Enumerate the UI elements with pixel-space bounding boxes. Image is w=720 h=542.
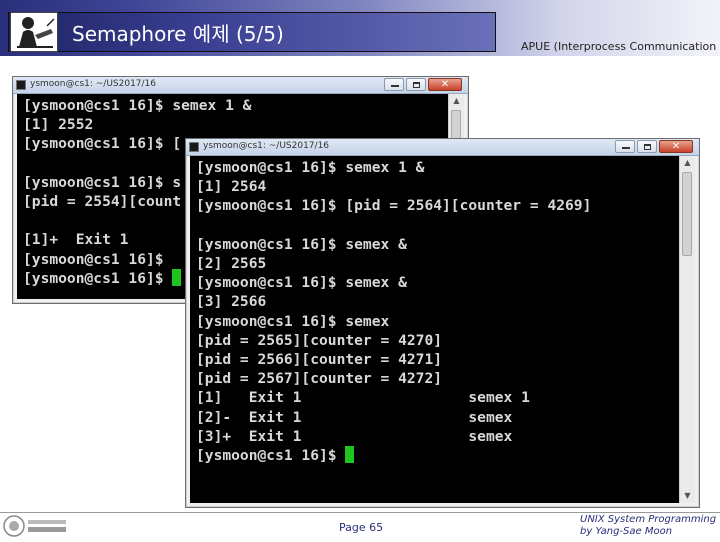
minimize-button[interactable]	[615, 140, 635, 153]
slide-title: Semaphore 예제 (5/5)	[72, 22, 284, 46]
console-line: [ysmoon@cs1 16]$ semex &	[196, 235, 407, 253]
slide-subtitle: APUE (Interprocess Communication	[521, 40, 717, 53]
scroll-up-icon[interactable]: ▲	[449, 94, 464, 108]
page-number: Page 65	[339, 521, 384, 534]
terminal-window-front[interactable]: ysmoon@cs1: ~/US2017/16 ✕ [ysmoon@cs1 16…	[185, 138, 700, 508]
maximize-button[interactable]	[406, 78, 426, 91]
scroll-down-icon[interactable]: ▼	[680, 489, 695, 503]
console-line: [pid = 2566][counter = 4271]	[196, 351, 443, 369]
console-line: [1]+ Exit 1	[23, 231, 129, 249]
console-line: [ysmoon@cs1 16]$	[23, 250, 164, 268]
console-line: [ysmoon@cs1 16]$ semex 1 &	[23, 97, 252, 114]
terminal-console[interactable]: [ysmoon@cs1 16]$ semex 1 & [1] 2564 [ysm…	[190, 156, 680, 503]
console-line: [ysmoon@cs1 16]$ [	[23, 135, 182, 153]
university-seal-icon	[2, 514, 70, 538]
credit-course: UNIX System Programming	[580, 514, 717, 525]
credit-author: by Yang-Sae Moon	[580, 526, 673, 537]
console-line: [1] 2552	[23, 116, 94, 134]
console-line: [pid = 2567][counter = 4272]	[196, 370, 443, 388]
window-titlebar[interactable]: ysmoon@cs1: ~/US2017/16 ✕	[186, 139, 699, 156]
console-line: [1] 2564	[196, 178, 267, 196]
scrollbar-thumb[interactable]	[682, 172, 692, 256]
vertical-scrollbar[interactable]: ▲ ▼	[679, 156, 695, 503]
maximize-icon	[413, 82, 420, 88]
close-button[interactable]: ✕	[659, 140, 693, 153]
maximize-icon	[644, 144, 651, 150]
terminal-icon	[189, 142, 199, 152]
footer-credit: UNIX System Programming by Yang-Sae Moon	[580, 514, 716, 538]
text-cursor	[345, 446, 355, 464]
window-title: ysmoon@cs1: ~/US2017/16	[30, 79, 157, 89]
scroll-up-icon[interactable]: ▲	[680, 156, 695, 170]
console-line: [2] 2565	[196, 255, 267, 273]
console-line: [3]+ Exit 1 semex	[196, 427, 513, 445]
console-text: [ysmoon@cs1 16]$ semex 1 & [1] 2564 [ysm…	[190, 156, 680, 467]
console-line: [1] Exit 1 semex 1	[196, 389, 530, 407]
console-line: [3] 2566	[196, 293, 267, 311]
console-line: [ysmoon@cs1 16]$ s	[23, 173, 182, 191]
console-line: [pid = 2565][counter = 4270]	[196, 331, 443, 349]
window-titlebar[interactable]: ysmoon@cs1: ~/US2017/16 ✕	[13, 77, 468, 94]
console-line: [2]- Exit 1 semex	[196, 408, 513, 426]
console-line: [ysmoon@cs1 16]$ semex 1 &	[196, 159, 425, 176]
footer-divider	[0, 512, 720, 513]
maximize-button[interactable]	[637, 140, 657, 153]
text-cursor	[172, 268, 182, 286]
console-line: [ysmoon@cs1 16]$ [pid = 2564][counter = …	[196, 197, 592, 215]
terminal-icon	[16, 80, 26, 90]
console-line: [ysmoon@cs1 16]$ semex	[196, 312, 390, 330]
close-icon: ✕	[671, 141, 681, 152]
close-button[interactable]: ✕	[428, 78, 462, 91]
minimize-icon	[622, 147, 630, 149]
minimize-icon	[391, 85, 399, 87]
window-title: ysmoon@cs1: ~/US2017/16	[203, 141, 330, 151]
console-line: [ysmoon@cs1 16]$ semex &	[196, 274, 407, 292]
minimize-button[interactable]	[384, 78, 404, 91]
console-line: [ysmoon@cs1 16]$	[23, 269, 173, 287]
close-icon: ✕	[440, 79, 450, 90]
console-line: [pid = 2554][count	[23, 193, 182, 211]
console-line: [ysmoon@cs1 16]$	[196, 447, 346, 465]
person-at-desk-icon	[10, 12, 58, 52]
